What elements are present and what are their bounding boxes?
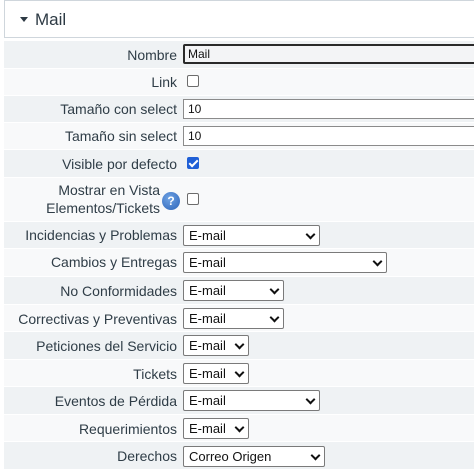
label-visible-por-defecto: Visible por defecto <box>62 156 177 172</box>
label-correctivas: Correctivas y Preventivas <box>18 311 177 327</box>
no-conformidades-value: E-mail <box>189 283 226 298</box>
chevron-down-icon <box>372 256 383 267</box>
visible-por-defecto-checkbox[interactable] <box>187 157 199 169</box>
row-visible-por-defecto: Visible por defecto <box>4 150 474 178</box>
label-tickets: Tickets <box>133 366 177 382</box>
no-conformidades-select[interactable]: E-mail <box>183 280 284 301</box>
derechos-select[interactable]: Correo Origen <box>183 446 325 467</box>
chevron-down-icon <box>310 450 321 461</box>
peticiones-value: E-mail <box>189 338 226 353</box>
row-link: Link <box>4 69 474 96</box>
label-mostrar-vista-line2: Elementos/Tickets <box>46 200 160 216</box>
tamano-con-select-input[interactable] <box>183 99 474 119</box>
nombre-input[interactable] <box>183 44 474 64</box>
row-peticiones: Peticiones del Servicio E-mail <box>4 332 474 360</box>
row-nombre: Nombre <box>4 41 474 69</box>
section-title: Mail <box>35 10 67 29</box>
incidencias-select[interactable]: E-mail <box>183 225 320 246</box>
row-incidencias: Incidencias y Problemas E-mail <box>4 222 474 249</box>
cambios-value: E-mail <box>189 255 226 270</box>
mail-panel: Mail Nombre Link Tamaño con select Tamañ… <box>0 0 474 473</box>
cambios-select[interactable]: E-mail <box>183 252 387 273</box>
row-cambios: Cambios y Entregas E-mail <box>4 249 474 277</box>
row-mostrar-vista: Mostrar en Vista Elementos/Tickets ? <box>4 178 474 222</box>
section-header[interactable]: Mail <box>4 0 474 38</box>
requerimientos-select[interactable]: E-mail <box>183 418 249 439</box>
correctivas-select[interactable]: E-mail <box>183 308 284 329</box>
form-rows: Nombre Link Tamaño con select Tamaño sin… <box>4 41 474 470</box>
row-no-conformidades: No Conformidades E-mail <box>4 277 474 305</box>
label-nombre: Nombre <box>127 47 177 63</box>
label-requerimientos: Requerimientos <box>78 421 177 437</box>
eventos-value: E-mail <box>189 393 226 408</box>
label-derechos: Derechos <box>117 448 177 464</box>
link-checkbox[interactable] <box>187 75 199 87</box>
row-tamano-sin-select: Tamaño sin select <box>4 123 474 150</box>
correctivas-value: E-mail <box>189 311 226 326</box>
derechos-value: Correo Origen <box>189 449 272 464</box>
caret-down-icon[interactable] <box>20 17 28 22</box>
row-tamano-con-select: Tamaño con select <box>4 96 474 123</box>
row-requerimientos: Requerimientos E-mail <box>4 415 474 442</box>
incidencias-value: E-mail <box>189 228 226 243</box>
label-link: Link <box>151 74 177 90</box>
chevron-down-icon <box>269 312 280 323</box>
chevron-down-icon <box>234 339 245 350</box>
peticiones-select[interactable]: E-mail <box>183 335 249 356</box>
row-eventos: Eventos de Pérdida E-mail <box>4 387 474 415</box>
label-tamano-sin-select: Tamaño sin select <box>64 128 177 144</box>
label-eventos: Eventos de Pérdida <box>54 393 177 409</box>
tickets-value: E-mail <box>189 366 226 381</box>
label-incidencias: Incidencias y Problemas <box>25 227 177 243</box>
label-cambios: Cambios y Entregas <box>50 254 177 270</box>
chevron-down-icon <box>269 284 280 295</box>
chevron-down-icon <box>305 394 316 405</box>
chevron-down-icon <box>305 229 316 240</box>
chevron-down-icon <box>234 367 245 378</box>
tamano-sin-select-input[interactable] <box>183 126 474 146</box>
requerimientos-value: E-mail <box>189 421 226 436</box>
row-derechos: Derechos Correo Origen <box>4 442 474 470</box>
label-no-conformidades: No Conformidades <box>60 283 177 299</box>
chevron-down-icon <box>234 422 245 433</box>
mostrar-vista-checkbox[interactable] <box>187 193 199 205</box>
tickets-select[interactable]: E-mail <box>183 363 249 384</box>
label-mostrar-vista: Mostrar en Vista Elementos/Tickets <box>0 181 160 217</box>
label-mostrar-vista-line1: Mostrar en Vista <box>58 182 160 198</box>
row-correctivas: Correctivas y Preventivas E-mail <box>4 305 474 332</box>
label-tamano-con-select: Tamaño con select <box>60 101 177 117</box>
help-icon[interactable]: ? <box>162 192 180 210</box>
eventos-select[interactable]: E-mail <box>183 390 320 411</box>
label-peticiones: Peticiones del Servicio <box>36 338 177 354</box>
row-tickets: Tickets E-mail <box>4 360 474 387</box>
